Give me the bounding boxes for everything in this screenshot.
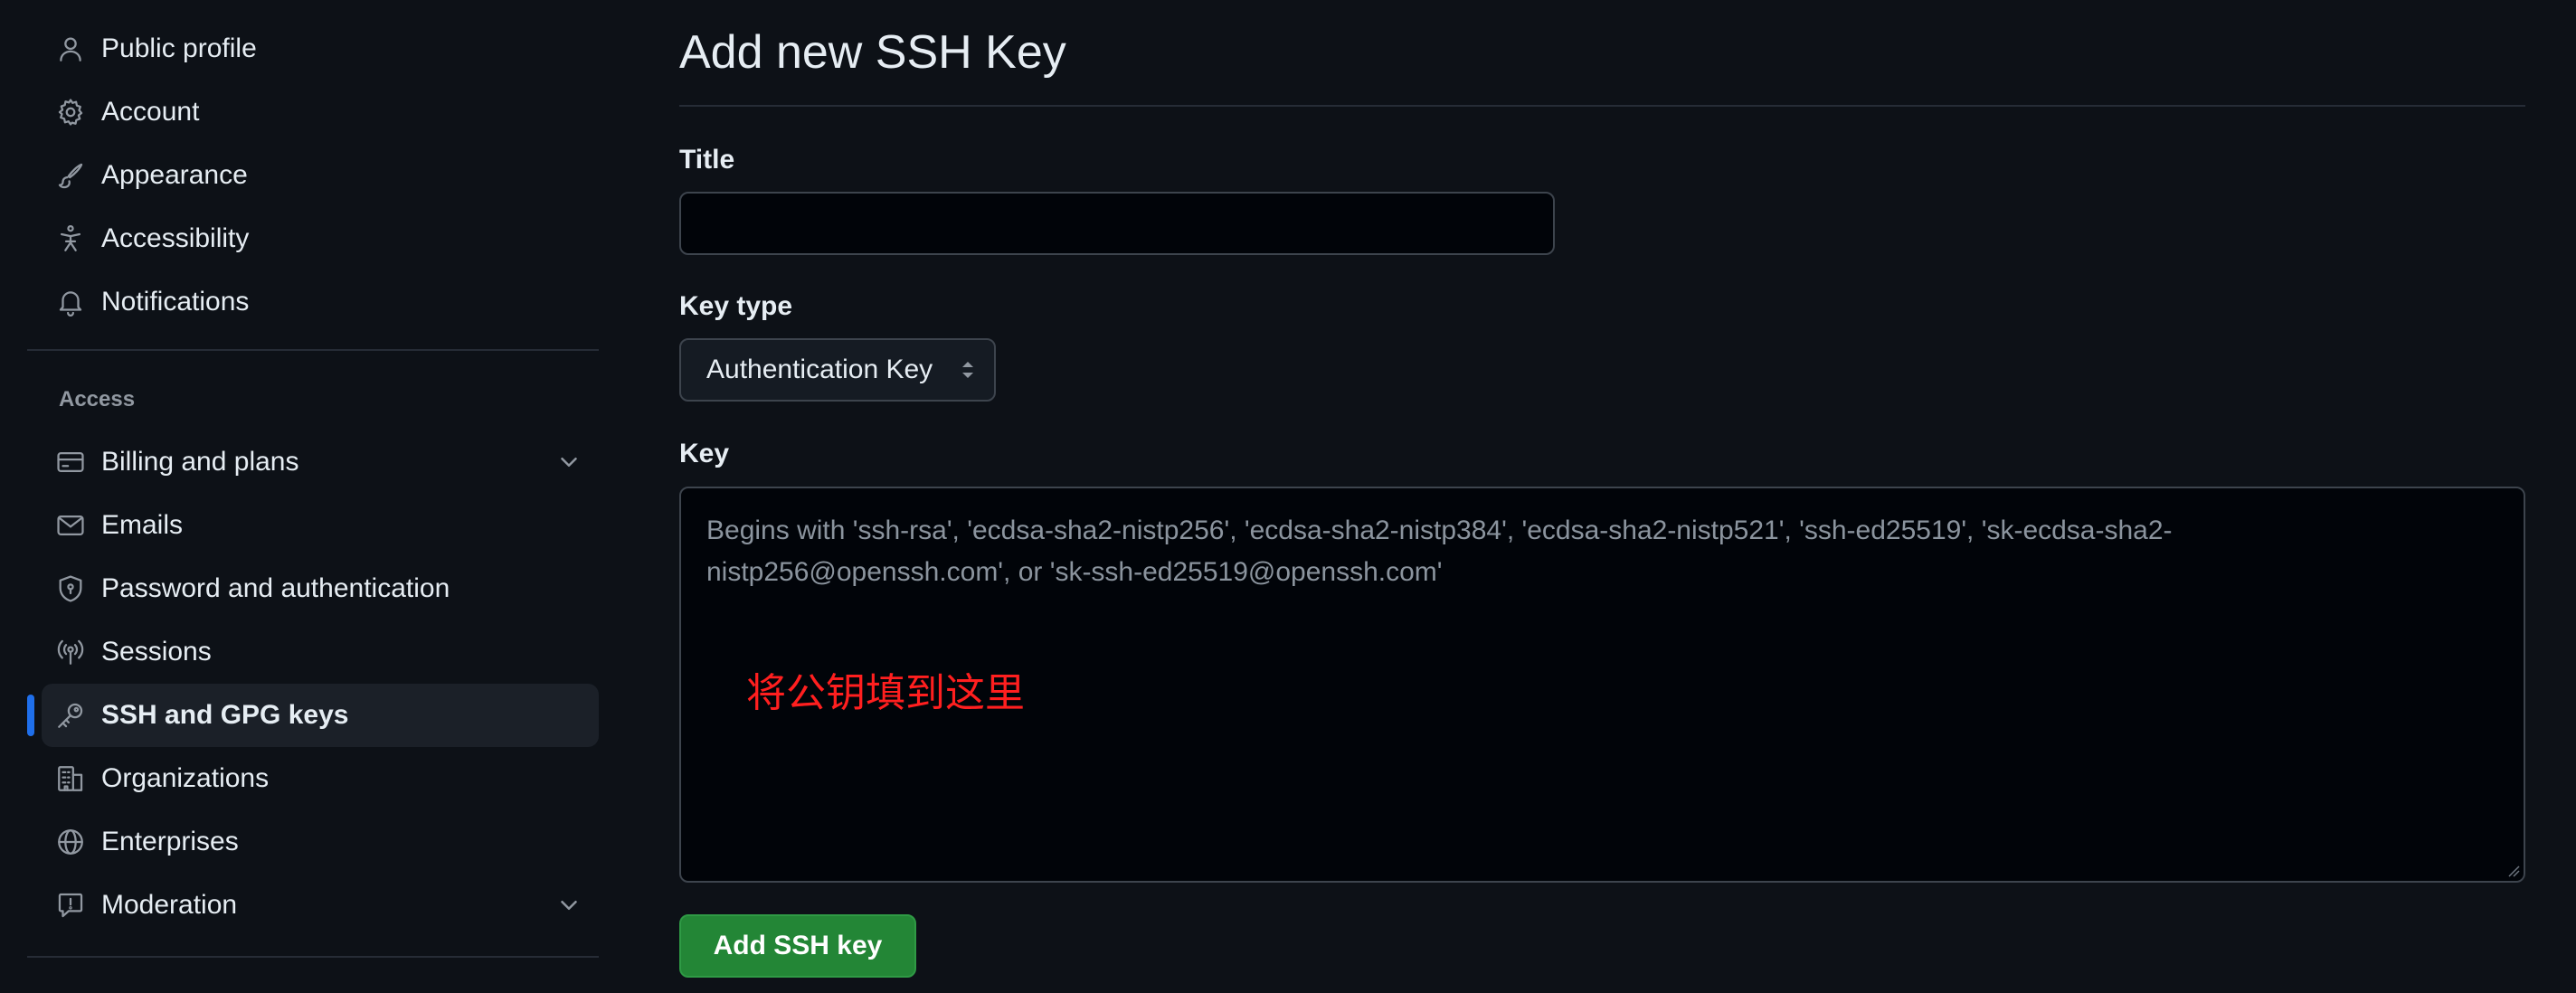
sidebar-item-label: Public profile <box>101 33 257 63</box>
sidebar-item-password-authentication[interactable]: Password and authentication <box>42 557 599 620</box>
sidebar-divider <box>27 956 599 958</box>
active-indicator <box>27 695 34 736</box>
select-arrows-icon <box>958 356 978 383</box>
bell-icon <box>54 286 87 318</box>
report-icon <box>54 889 87 922</box>
sidebar-item-emails[interactable]: Emails <box>42 494 599 557</box>
credit-card-icon <box>54 446 87 478</box>
sidebar-item-label: Appearance <box>101 160 248 190</box>
key-type-label: Key type <box>679 291 793 321</box>
main-content: Add new SSH Key Title Key type Authentic… <box>679 0 2525 993</box>
key-textarea[interactable]: Begins with 'ssh-rsa', 'ecdsa-sha2-nistp… <box>679 487 2525 883</box>
title-input[interactable] <box>679 192 1555 255</box>
sidebar-item-label: Password and authentication <box>101 573 450 603</box>
key-annotation: 将公钥填到这里 <box>746 671 1025 715</box>
sidebar-item-label: Organizations <box>101 763 270 793</box>
resize-handle-icon[interactable] <box>2505 863 2520 877</box>
title-field-label: Title <box>679 145 735 175</box>
shield-lock-icon <box>54 572 87 605</box>
sidebar-item-ssh-gpg-keys[interactable]: SSH and GPG keys <box>27 684 599 747</box>
key-placeholder: Begins with 'ssh-rsa', 'ecdsa-sha2-nistp… <box>706 515 2173 587</box>
broadcast-icon <box>54 636 87 668</box>
sidebar-group-primary: Public profile Account Appearance Access… <box>27 17 599 334</box>
key-field-label: Key <box>679 439 730 468</box>
sidebar-item-label: Moderation <box>101 890 238 920</box>
page-title: Add new SSH Key <box>679 26 1066 79</box>
settings-page: Public profile Account Appearance Access… <box>0 0 2576 993</box>
sidebar-item-enterprises[interactable]: Enterprises <box>42 810 599 874</box>
mail-icon <box>54 509 87 542</box>
sidebar-item-label: Accessibility <box>101 223 250 253</box>
sidebar-item-label: Account <box>101 97 200 127</box>
sidebar-item-organizations[interactable]: Organizations <box>42 747 599 810</box>
sidebar-item-label: SSH and GPG keys <box>101 700 349 730</box>
chevron-down-icon[interactable] <box>555 449 582 476</box>
chevron-down-icon[interactable] <box>555 892 582 919</box>
key-type-select[interactable]: Authentication Key <box>679 338 996 402</box>
sidebar-item-accessibility[interactable]: Accessibility <box>42 207 599 270</box>
paintbrush-icon <box>54 159 87 192</box>
sidebar-group-access: Billing and plans Emails Password and au… <box>27 430 599 937</box>
gear-icon <box>54 96 87 128</box>
sidebar-item-label: Billing and plans <box>101 447 299 477</box>
sidebar-item-moderation[interactable]: Moderation <box>42 874 599 937</box>
person-icon <box>54 33 87 65</box>
sidebar-item-label: Emails <box>101 510 184 540</box>
sidebar-item-label: Sessions <box>101 637 212 667</box>
sidebar-item-notifications[interactable]: Notifications <box>42 270 599 334</box>
add-ssh-key-button[interactable]: Add SSH key <box>679 914 916 978</box>
title-divider <box>679 105 2525 107</box>
sidebar-item-label: Enterprises <box>101 827 239 856</box>
sidebar-item-billing[interactable]: Billing and plans <box>42 430 599 494</box>
sidebar-item-appearance[interactable]: Appearance <box>42 144 599 207</box>
key-type-selected-value: Authentication Key <box>706 355 933 384</box>
globe-icon <box>54 826 87 858</box>
sidebar-section-title: Access <box>59 387 136 411</box>
sidebar-item-public-profile[interactable]: Public profile <box>42 17 599 80</box>
accessibility-icon <box>54 222 87 255</box>
sidebar-item-account[interactable]: Account <box>42 80 599 144</box>
organization-icon <box>54 762 87 795</box>
settings-sidebar: Public profile Account Appearance Access… <box>27 0 599 993</box>
sidebar-item-sessions[interactable]: Sessions <box>42 620 599 684</box>
key-icon <box>54 699 87 732</box>
sidebar-item-label: Notifications <box>101 287 250 317</box>
sidebar-divider <box>27 349 599 351</box>
